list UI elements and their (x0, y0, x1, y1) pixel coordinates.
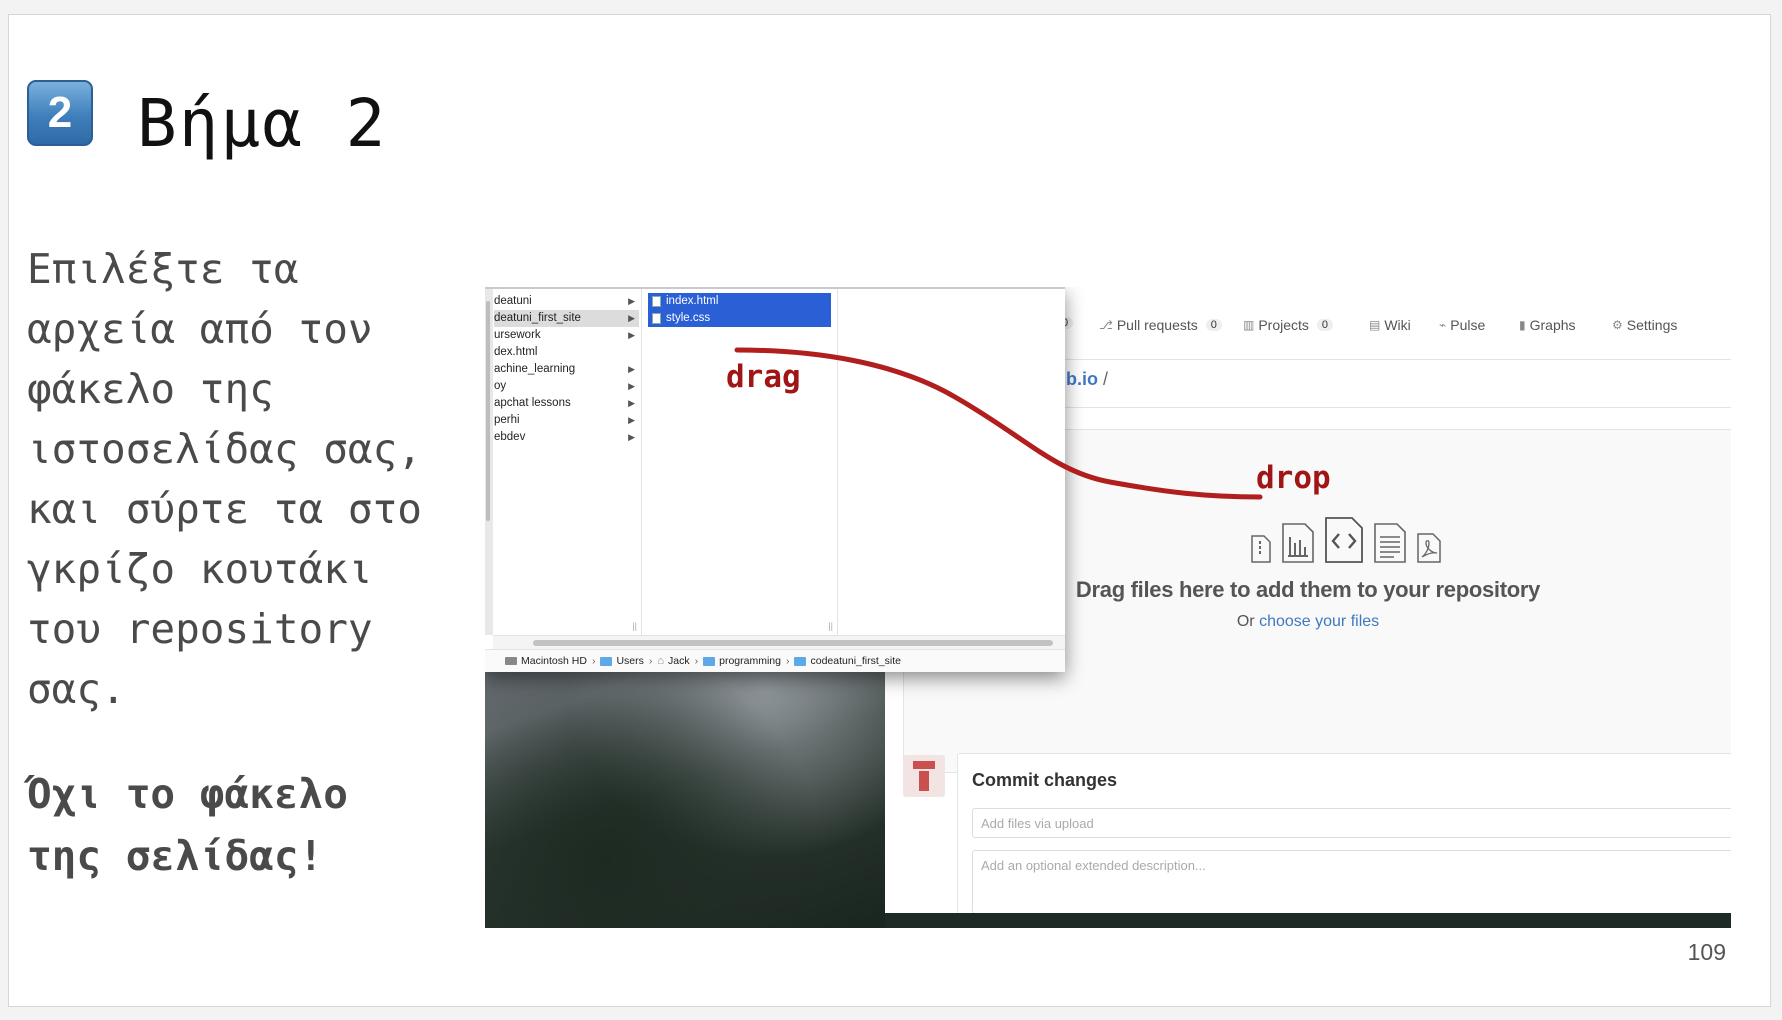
warning-line: της σελίδας! (27, 832, 324, 880)
instruction-line: σας. (27, 665, 126, 713)
step-number-badge: 2 (27, 80, 93, 146)
embedded-screenshot: 0 ⎇ Pull requests 0 ▥ Projects 0 ▤ Wiki (485, 287, 1731, 928)
instruction-line: του repository (27, 605, 373, 653)
instruction-line: Επιλέξτε τα (27, 245, 299, 293)
page-number: 109 (1687, 939, 1726, 965)
drag-label: drag (726, 359, 801, 395)
warning-text: Όχι το φάκελο της σελίδας! (27, 763, 487, 887)
drop-label: drop (1256, 460, 1331, 496)
slide: 2 Βήμα 2 Επιλέξτε τα αρχεία από τον φάκε… (8, 14, 1771, 1007)
instruction-line: αρχεία από τον (27, 305, 373, 353)
instruction-line: γκρίζο κουτάκι (27, 545, 373, 593)
drag-curve (734, 347, 1263, 500)
drag-drop-arrow (734, 347, 1263, 500)
slide-title: Βήμα 2 (137, 85, 388, 162)
instruction-line: ιστοσελίδας σας, (27, 425, 422, 473)
warning-line: Όχι το φάκελο (27, 770, 348, 818)
instruction-line: και σύρτε τα στο (27, 485, 422, 533)
instruction-text: Επιλέξτε τα αρχεία από τον φάκελο της ισ… (27, 239, 487, 719)
instruction-line: φάκελο της (27, 365, 274, 413)
